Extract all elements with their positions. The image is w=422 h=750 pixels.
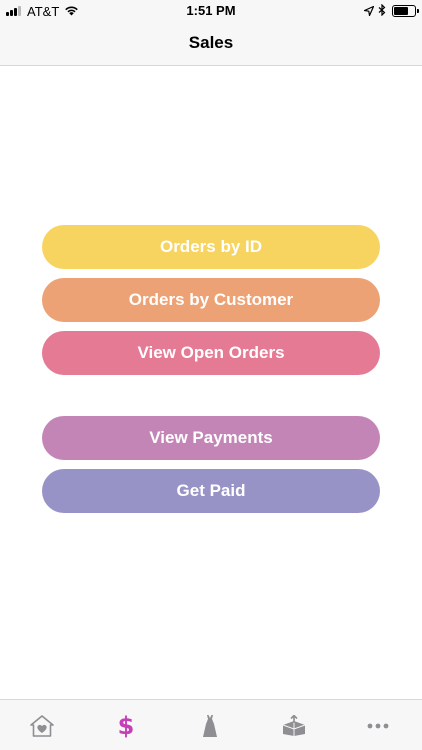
page-title: Sales <box>188 33 234 52</box>
navigation-bar: Sales <box>0 22 422 66</box>
battery-level <box>394 7 408 15</box>
dress-icon <box>202 714 218 738</box>
tab-home[interactable] <box>0 700 84 750</box>
home-heart-icon <box>30 714 54 737</box>
view-open-orders-button[interactable]: View Open Orders <box>42 331 380 375</box>
tab-more[interactable] <box>336 700 420 750</box>
status-right <box>363 3 419 19</box>
sales-screen: AT&T 1:51 PM Sales Orders by ID Orders b… <box>0 0 422 750</box>
status-time: 1:51 PM <box>186 3 236 18</box>
tab-sales[interactable]: $ <box>84 700 168 750</box>
tab-bar: $ <box>0 699 422 750</box>
battery-icon <box>392 5 419 17</box>
orders-by-id-button[interactable]: Orders by ID <box>42 225 380 269</box>
location-arrow-icon <box>363 4 375 19</box>
bluetooth-icon <box>378 3 386 19</box>
tab-inventory[interactable] <box>168 700 252 750</box>
dollar-icon: $ <box>117 711 135 740</box>
view-payments-button[interactable]: View Payments <box>42 416 380 460</box>
box-icon <box>281 714 307 737</box>
more-icon <box>367 723 389 729</box>
get-paid-button[interactable]: Get Paid <box>42 469 380 513</box>
status-bar: AT&T 1:51 PM <box>0 0 422 22</box>
orders-by-customer-button[interactable]: Orders by Customer <box>42 278 380 322</box>
tab-shipping[interactable] <box>252 700 336 750</box>
